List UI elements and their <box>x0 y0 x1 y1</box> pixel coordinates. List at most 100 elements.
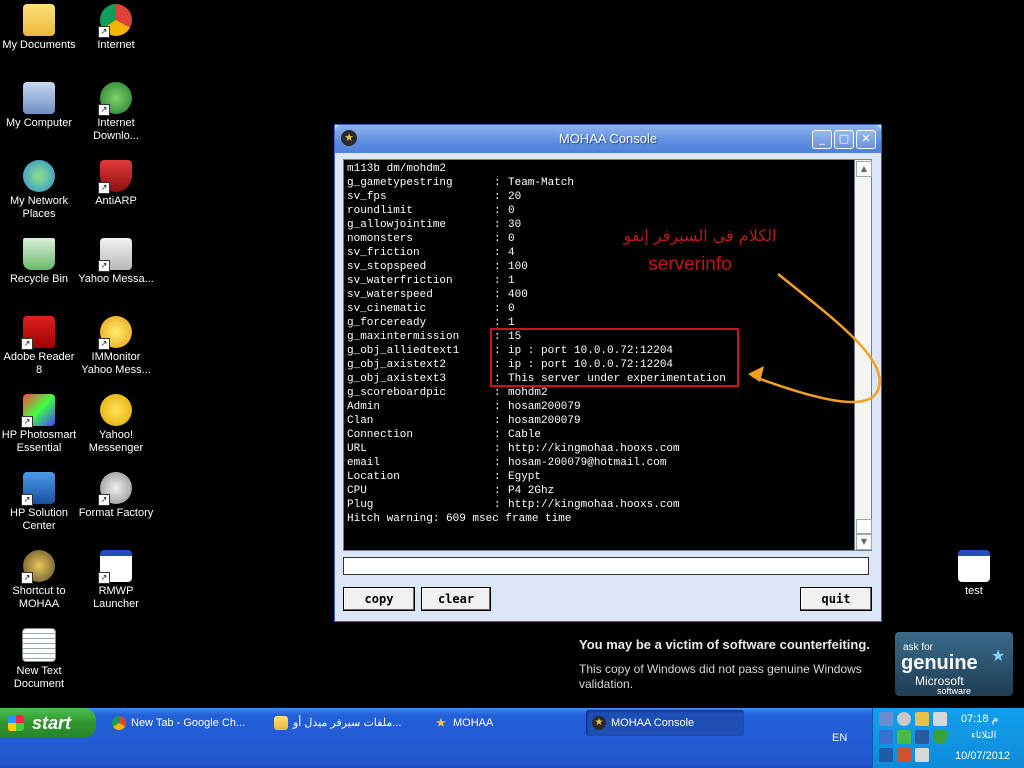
console-line-value: 20 <box>508 191 522 203</box>
console-line-value: Cable <box>508 429 542 441</box>
chrome-icon <box>112 716 126 731</box>
desktop-icon-my-network-places[interactable]: My Network Places <box>0 160 78 221</box>
desktop-icon-adobe-reader[interactable]: ↗ Adobe Reader 8 <box>0 316 78 377</box>
console-line-separator: : <box>494 401 501 413</box>
taskbar-item-folder[interactable]: ملفات سيرفر ميدل أو... <box>268 710 418 736</box>
console-line-key: g_allowjointime <box>347 219 447 231</box>
clock-time[interactable]: م 07:18 <box>961 712 998 725</box>
console-line-separator: : <box>494 499 501 511</box>
tray-green-icon[interactable] <box>897 730 911 744</box>
scroll-down-arrow-icon[interactable]: ▼ <box>856 534 872 550</box>
minimize-button[interactable]: _ <box>812 130 832 149</box>
desktop-icon-hp-solution-center[interactable]: ↗ HP Solution Center <box>0 472 78 533</box>
tray-shield-icon[interactable] <box>933 730 947 744</box>
console-line-value: Egypt <box>508 471 542 483</box>
console-line-key: g_gametypestring <box>347 177 453 189</box>
console-line-value: 0 <box>508 205 515 217</box>
console-line-separator: : <box>494 275 501 287</box>
taskbar-item-chrome[interactable]: New Tab - Google Ch... <box>106 710 256 736</box>
close-button[interactable]: ✕ <box>856 130 876 149</box>
console-line-separator: : <box>494 261 501 273</box>
console-line-separator: : <box>494 219 501 231</box>
console-line-separator: : <box>494 303 501 315</box>
console-line-separator: : <box>494 457 501 469</box>
desktop-icon-my-computer[interactable]: My Computer <box>0 82 78 130</box>
console-line-key: nomonsters <box>347 233 414 245</box>
tray-monitor-icon[interactable] <box>879 730 893 744</box>
tray-network-icon[interactable] <box>933 712 947 726</box>
desktop-icon-internet-download[interactable]: ↗ Internet Downlo... <box>77 82 155 143</box>
copy-button[interactable]: copy <box>343 587 415 611</box>
tray-app-icon[interactable] <box>879 712 893 726</box>
genuine-body: This copy of Windows did not pass genuin… <box>579 662 862 691</box>
console-line-key: sv_stopspeed <box>347 261 427 273</box>
speaker-icon[interactable] <box>897 748 911 762</box>
desktop-icon-immonitor[interactable]: ↗ IMMonitor Yahoo Mess... <box>77 316 155 377</box>
console-line-key: g_obj_axistext2 <box>347 359 447 371</box>
clock-day: الثلاثاء <box>971 730 997 741</box>
console-line-key: g_maxintermission <box>347 331 460 343</box>
console-line-separator: : <box>494 443 501 455</box>
format-factory-icon: ↗ <box>98 472 132 506</box>
console-line-value: mohdm2 <box>508 387 548 399</box>
text-document-icon <box>22 628 56 662</box>
console-line-value: 0 <box>508 233 515 245</box>
taskbar-item-mohaa[interactable]: ★ MOHAA <box>428 710 578 736</box>
desktop-icon-hp-photosmart[interactable]: ↗ HP Photosmart Essential <box>0 394 78 455</box>
recycle-bin-icon <box>23 238 55 270</box>
scroll-up-arrow-icon[interactable]: ▲ <box>856 161 872 177</box>
scroll-thumb[interactable] <box>856 519 872 534</box>
tray-window-icon[interactable] <box>879 748 893 762</box>
tray-device-icon[interactable] <box>915 748 929 762</box>
command-input[interactable] <box>343 557 869 575</box>
clear-button[interactable]: clear <box>421 587 491 611</box>
tray-clock-app-icon[interactable] <box>897 712 911 726</box>
console-footer-line: Hitch warning: 609 msec frame time <box>347 513 572 525</box>
windows-logo-icon <box>8 715 24 731</box>
desktop-icon-recycle-bin[interactable]: Recycle Bin <box>0 238 78 286</box>
console-line-key: Plug <box>347 499 374 511</box>
console-line-key: URL <box>347 443 367 455</box>
quit-button[interactable]: quit <box>800 587 872 611</box>
desktop-icon-internet[interactable]: ↗ Internet <box>77 4 155 52</box>
console-line-value: 0 <box>508 303 515 315</box>
console-line-separator: : <box>494 233 501 245</box>
language-indicator[interactable]: EN <box>832 732 847 744</box>
console-line-separator: : <box>494 247 501 259</box>
mohaa-star-icon: ★ <box>435 715 447 731</box>
console-line-key: sv_waterfriction <box>347 275 453 287</box>
console-line-value: http://kingmohaa.hooxs.com <box>508 499 680 511</box>
desktop-icon-new-text-document[interactable]: New Text Document <box>0 628 78 691</box>
console-line-value: hosam200079 <box>508 415 581 427</box>
maximize-button[interactable]: □ <box>834 130 854 149</box>
console-line-key: g_forceready <box>347 317 427 329</box>
clock-date[interactable]: 10/07/2012 <box>955 750 1010 762</box>
desktop-icon-antiarp[interactable]: ↗ AntiARP <box>77 160 155 208</box>
console-line-value: 30 <box>508 219 522 231</box>
console-line-separator: : <box>494 191 501 203</box>
desktop-icon-test[interactable]: test <box>935 550 1013 598</box>
network-icon <box>23 160 55 192</box>
desktop-icon-rmwp-launcher[interactable]: ↗ RMWP Launcher <box>77 550 155 611</box>
desktop-icon-format-factory[interactable]: ↗ Format Factory <box>77 472 155 520</box>
console-line-separator: : <box>494 485 501 497</box>
chrome-icon: ↗ <box>98 4 132 38</box>
taskbar: start New Tab - Google Ch... ملفات سيرفر… <box>0 708 1024 768</box>
tray-star-icon[interactable] <box>915 712 929 726</box>
desktop-icon-yahoo-messenger-2[interactable]: Yahoo! Messenger <box>77 394 155 455</box>
immonitor-icon: ↗ <box>98 316 132 350</box>
console-line-separator: : <box>494 387 501 399</box>
console-line-key: Location <box>347 471 400 483</box>
console-line-value: Team-Match <box>508 177 575 189</box>
desktop-icon-yahoo-messenger[interactable]: ↗ Yahoo Messa... <box>77 238 155 286</box>
desktop-icon-my-documents[interactable]: My Documents <box>0 4 78 52</box>
annotation-arrow <box>748 273 881 404</box>
genuine-badge[interactable]: ask for genuine Microsoft software ★ <box>895 632 1013 696</box>
console-line-value: hosam200079 <box>508 401 581 413</box>
tray-blue-icon[interactable] <box>915 730 929 744</box>
desktop-icon-shortcut-mohaa[interactable]: ↗ Shortcut to MOHAA <box>0 550 78 611</box>
console-line-key: Admin <box>347 401 381 413</box>
title-bar[interactable]: ★ MOHAA Console _ □ ✕ <box>335 125 881 153</box>
taskbar-item-mohaa-console[interactable]: ★ MOHAA Console <box>586 710 744 736</box>
start-button[interactable]: start <box>0 708 96 738</box>
